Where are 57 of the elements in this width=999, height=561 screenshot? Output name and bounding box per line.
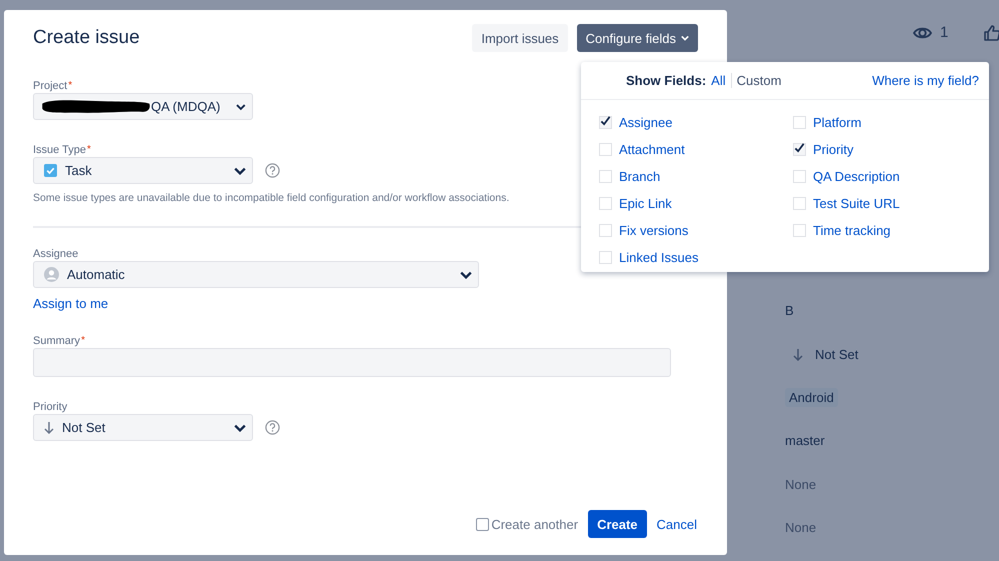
assign-to-me-link[interactable]: Assign to me	[33, 296, 108, 311]
field-option[interactable]: Epic Link	[619, 196, 672, 211]
arrow-down-icon	[793, 348, 803, 361]
chevron-down-icon	[234, 424, 246, 432]
thumbs-up-icon	[984, 24, 999, 40]
priority-value: Not Set	[815, 346, 858, 362]
field-option[interactable]: Fix versions	[619, 223, 688, 238]
watcher-count: 1	[940, 24, 948, 41]
arrow-down-icon	[44, 421, 54, 434]
issue-type-select[interactable]: Task	[33, 157, 253, 184]
create-button[interactable]: Create	[588, 510, 647, 538]
field-value: master	[785, 433, 825, 448]
field-label: Project	[33, 80, 68, 92]
priority-select[interactable]: Not Set	[33, 414, 253, 441]
summary-input[interactable]	[33, 348, 671, 377]
chevron-down-icon	[234, 166, 246, 174]
field-option[interactable]: Test Suite URL	[813, 196, 900, 211]
show-fields-option[interactable]: Custom	[730, 73, 786, 88]
dialog-title: Create issue	[33, 27, 141, 49]
field-label: Priority	[33, 401, 68, 413]
eye-icon	[913, 24, 932, 40]
field-option[interactable]: QA Description	[813, 169, 900, 184]
chevron-down-icon	[681, 35, 689, 41]
field-value: None	[785, 476, 816, 492]
field-option[interactable]: Attachment	[619, 142, 685, 157]
field-label: Summary	[33, 335, 80, 347]
menu-title: Show Fields:	[626, 73, 706, 88]
field-label: Assignee	[33, 248, 78, 260]
checkmark-icon	[794, 142, 805, 153]
required-mark: *	[87, 144, 91, 155]
required-mark: *	[81, 335, 85, 346]
platform-tag: Android	[785, 388, 838, 407]
project-select[interactable]: QA (MDQA)	[33, 93, 253, 120]
chevron-down-icon	[460, 270, 472, 278]
field-option[interactable]: Linked Issues	[619, 250, 698, 265]
chevron-down-icon	[236, 102, 246, 110]
field-option[interactable]: Priority	[813, 142, 854, 157]
show-fields-option[interactable]: All	[711, 73, 731, 88]
field-value: None	[785, 520, 816, 536]
help-link[interactable]: Where is my field?	[872, 73, 979, 88]
configure-fields-button[interactable]: Configure fields	[576, 24, 698, 52]
assignee-select[interactable]: Automatic	[33, 261, 479, 288]
required-mark: *	[68, 80, 72, 91]
checkbox-label: Create another	[491, 516, 578, 532]
checkbox[interactable]	[476, 518, 490, 530]
checkmark-icon	[600, 115, 611, 126]
field-option[interactable]: Branch	[619, 169, 660, 184]
field-option[interactable]: Platform	[813, 115, 862, 130]
field-option[interactable]: Time tracking	[813, 223, 891, 238]
field-value: B	[785, 303, 794, 318]
import-issues-button[interactable]: Import issues	[472, 24, 568, 52]
cancel-link[interactable]: Cancel	[656, 516, 697, 532]
help-text: Some issue types are unavailable due to incompatible field configuration and/or workflow associations.	[33, 192, 510, 204]
field-label: Issue Type	[33, 144, 86, 156]
task-icon	[44, 164, 57, 177]
avatar-icon	[44, 267, 59, 282]
field-option[interactable]: Assignee	[619, 115, 672, 130]
